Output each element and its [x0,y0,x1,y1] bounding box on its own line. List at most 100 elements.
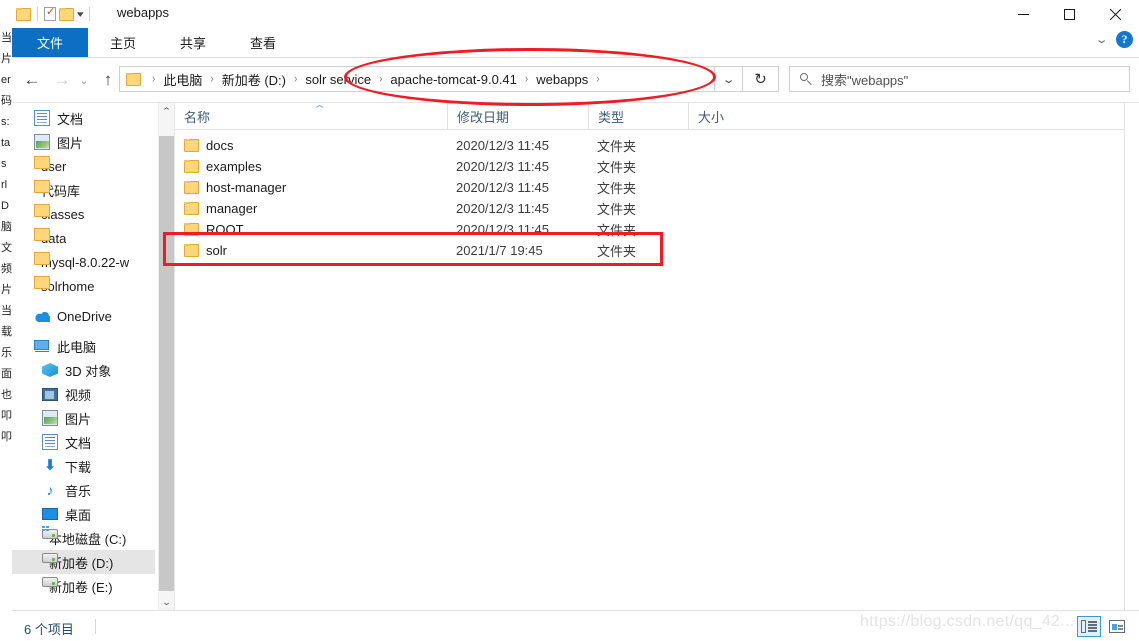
sidebar-item-5[interactable]: data [12,226,155,250]
bg-strip-line: 频 [1,263,12,275]
close-button[interactable] [1092,0,1139,28]
breadcrumb-item-1[interactable]: 新加卷 (D:) [220,70,288,89]
search-box[interactable]: 搜索"webapps" [789,66,1130,92]
breadcrumb-item-4[interactable]: webapps [534,72,590,87]
forward-button[interactable]: → [50,68,74,92]
sidebar-item-13[interactable]: 文档 [12,430,155,454]
folder-icon [34,276,50,289]
file-name-cell: examples [184,159,262,174]
document-icon [42,434,58,450]
sidebar-item-3[interactable]: 代码库 [12,178,155,202]
title-bar: ▾ webapps [12,0,1139,28]
folder-icon [184,202,199,215]
maximize-button[interactable] [1046,0,1092,28]
file-type: 文件夹 [597,139,637,154]
details-view-button[interactable] [1077,616,1101,637]
folder-icon[interactable] [16,7,31,21]
system-drive-icon [42,526,58,539]
breadcrumb-item-2[interactable]: solr service [303,72,373,87]
table-row[interactable]: manager 2020/12/3 11:45 文件夹 [175,198,1124,219]
column-header-3[interactable]: 大小 [688,103,783,129]
sidebar-item-label: 视频 [65,387,92,403]
sidebar-item-10[interactable]: 3D 对象 [12,358,155,382]
search-input[interactable]: 搜索"webapps" [821,70,908,89]
sidebar-item-2[interactable]: user [12,154,155,178]
document-icon [34,110,50,126]
breadcrumb-item-0[interactable]: 此电脑 [161,70,204,89]
breadcrumb-separator: › [524,72,529,86]
sidebar-item-label: 音乐 [65,483,92,499]
view-buttons [1077,616,1129,637]
file-type: 文件夹 [597,244,637,259]
sidebar-item-7[interactable]: solrhome [12,274,155,298]
navigation-bar: ← → ⌄ ↑ › 此电脑 › 新加卷 (D:) › solr service › apach… [12,58,1139,102]
back-button[interactable]: ← [20,68,44,92]
tab-1[interactable]: 主页 [88,28,158,57]
sidebar-item-16[interactable]: 桌面 [12,502,155,526]
sidebar-item-18[interactable]: 新加卷 (D:) [12,550,155,574]
table-row[interactable]: host-manager 2020/12/3 11:45 文件夹 [175,177,1124,198]
sidebar-item-6[interactable]: mysql-8.0.22-w [12,250,155,274]
details-view-icon [1081,620,1097,633]
help-icon[interactable]: ? [1116,31,1133,48]
folder-icon [184,181,199,194]
address-bar[interactable]: › 此电脑 › 新加卷 (D:) › solr service › apache-tomcat… [119,66,715,92]
table-row[interactable]: ROOT 2020/12/3 11:45 文件夹 [175,219,1124,240]
navigation-pane-scrollbar[interactable]: ⌃ ⌄ [158,103,174,611]
sidebar-item-14[interactable]: ⬇ 下载 [12,454,155,478]
sidebar-item-8[interactable]: OneDrive [12,304,155,328]
sidebar-item-12[interactable]: 图片 [12,406,155,430]
sidebar-item-0[interactable]: 文档 [12,106,155,130]
bg-strip-line: 片 [1,284,12,296]
column-header-2[interactable]: 类型 [588,103,688,129]
minimize-button[interactable] [1000,0,1046,28]
file-modified: 2020/12/3 11:45 [456,180,550,195]
bg-strip-line: 脑 [1,221,12,233]
sidebar-item-11[interactable]: 视频 [12,382,155,406]
file-name-cell: solr [184,243,227,258]
table-row[interactable]: solr 2021/1/7 19:45 文件夹 [175,240,1124,261]
ribbon-tab-bar: 文件 主页 共享 查看 ⌄ ? [12,28,1139,58]
search-icon [800,72,813,86]
qat-divider-2 [88,7,90,21]
status-divider [95,619,96,634]
breadcrumb-item-3[interactable]: apache-tomcat-9.0.41 [388,72,518,87]
sidebar-item-1[interactable]: 图片 [12,130,155,154]
recent-locations-button[interactable]: ⌄ [75,68,93,92]
background-window-text: 当片 er 码 s: ta s rl D 脑文频片当载乐面也叩叩 [0,28,12,448]
column-header-0[interactable]: 名称 [175,103,447,129]
chevron-down-icon[interactable]: ▾ [77,9,84,19]
sidebar-item-15[interactable]: ♪ 音乐 [12,478,155,502]
sidebar-item-label: 此电脑 [57,339,97,355]
bg-strip-line: 载 [1,326,12,338]
tab-2[interactable]: 共享 [158,28,228,57]
bg-strip-line: 当 [1,32,12,44]
sidebar-item-4[interactable]: classes [12,202,155,226]
sidebar-item-19[interactable]: 新加卷 (E:) [12,574,155,598]
file-modified: 2020/12/3 11:45 [456,159,550,174]
folder-icon [184,160,199,173]
file-name-cell: ROOT [184,222,244,237]
sidebar-item-label: mysql-8.0.22-w [41,254,130,270]
address-dropdown-button[interactable]: ⌄ [715,66,743,92]
sidebar-item-label: 文档 [57,111,84,127]
table-row[interactable]: examples 2020/12/3 11:45 文件夹 [175,156,1124,177]
sidebar-item-17[interactable]: 本地磁盘 (C:) [12,526,155,550]
table-row[interactable]: docs 2020/12/3 11:45 文件夹 [175,135,1124,156]
properties-icon[interactable] [44,5,56,21]
sidebar-item-9[interactable]: 此电脑 [12,334,155,358]
bg-strip-line: 片 [1,53,12,65]
scrollbar-thumb[interactable] [159,136,174,591]
chevron-down-icon[interactable]: ⌄ [1094,33,1108,46]
sidebar-item-label: 本地磁盘 (C:) [49,531,127,547]
tab-0[interactable]: 文件 [12,28,88,57]
bg-strip-line: 码 [1,95,12,107]
tiles-view-button[interactable] [1105,616,1129,637]
up-button[interactable]: ↑ [96,68,120,92]
bg-strip-line: ta [1,137,11,149]
refresh-button[interactable]: ↻ [743,66,779,92]
file-explorer-window: 当片er码s:tasrlD脑文频片当载乐面也叩叩 ▾ webapps [0,0,1139,641]
new-folder-icon[interactable] [59,7,74,21]
column-header-1[interactable]: 修改日期 [447,103,588,129]
tab-3[interactable]: 查看 [228,28,298,57]
